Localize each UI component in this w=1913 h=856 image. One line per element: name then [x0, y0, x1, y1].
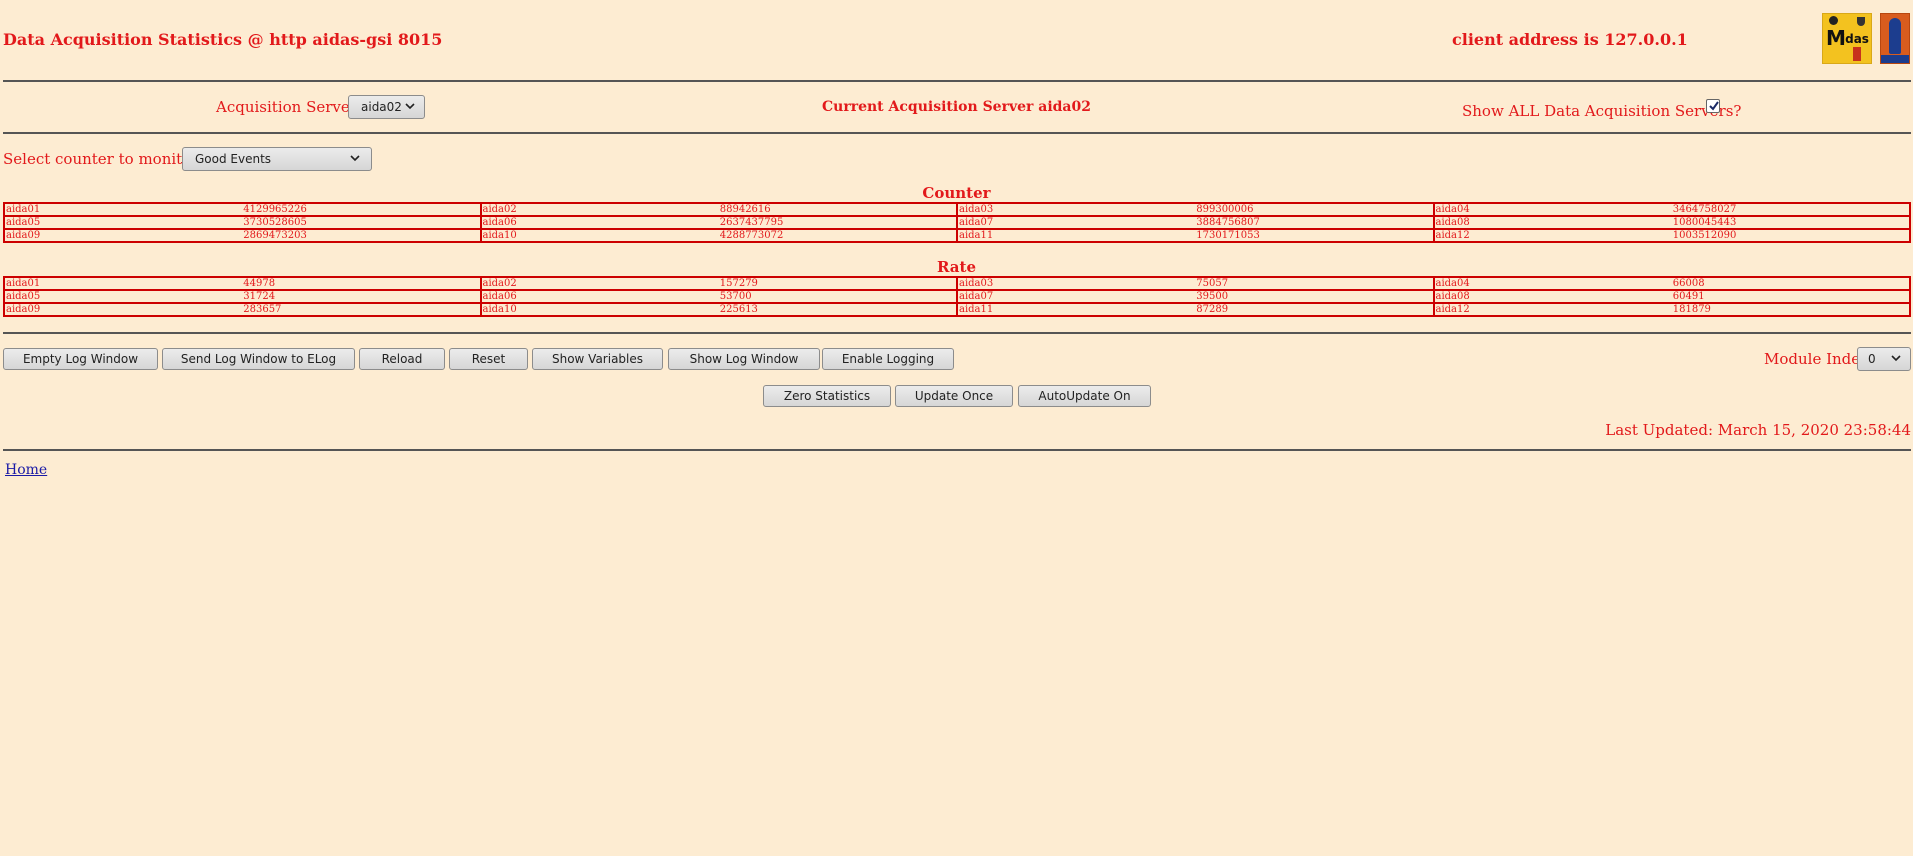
- table-row: aida01 44978 aida02 157279 aida03 75057 aida04…: [4, 277, 1910, 290]
- value-cell: 3730528605: [243, 217, 307, 228]
- chevron-down-icon: [350, 155, 360, 162]
- enable-logging-button[interactable]: Enable Logging: [822, 348, 954, 370]
- value-cell: 60491: [1672, 291, 1705, 302]
- value-cell: 66008: [1672, 278, 1705, 289]
- value-cell: 44978: [243, 278, 276, 289]
- divider-top: [3, 80, 1911, 82]
- send-log-elog-button[interactable]: Send Log Window to ELog: [162, 348, 355, 370]
- value-cell: 157279: [719, 278, 758, 289]
- server-name-cell: aida11: [955, 303, 1196, 316]
- client-address: client address is 127.0.0.1: [1452, 30, 1688, 49]
- midas-logo-text: idas: [1841, 32, 1869, 46]
- value-cell: 2869473203: [243, 230, 307, 241]
- server-name-cell: aida05: [6, 217, 41, 228]
- value-cell: 53700: [719, 291, 752, 302]
- midas-figure-icon: [1853, 47, 1861, 61]
- show-variables-button[interactable]: Show Variables: [532, 348, 663, 370]
- server-name-cell: aida07: [955, 290, 1196, 303]
- last-updated: Last Updated: March 15, 2020 23:58:44: [1605, 421, 1911, 439]
- server-name-cell: aida07: [955, 216, 1196, 229]
- counter-select[interactable]: Good Events: [182, 147, 372, 171]
- server-name-cell: aida10: [479, 303, 719, 316]
- divider-servers: [3, 132, 1911, 134]
- triumf-strip: [1881, 55, 1909, 63]
- counter-select-label: Select counter to monitor: [3, 150, 199, 168]
- server-name-cell: aida11: [955, 229, 1196, 242]
- value-cell: 181879: [1672, 304, 1711, 315]
- server-name-cell: aida03: [955, 277, 1196, 290]
- triumf-logo: [1880, 13, 1910, 64]
- autoupdate-button[interactable]: AutoUpdate On: [1018, 385, 1151, 407]
- value-cell: 3884756807: [1196, 217, 1260, 228]
- value-cell: 1080045443: [1672, 217, 1737, 228]
- divider-tables: [3, 332, 1911, 334]
- server-name-cell: aida08: [1432, 290, 1672, 303]
- counter-select-value: Good Events: [195, 152, 272, 166]
- server-name-cell: aida01: [6, 204, 41, 215]
- counter-table: aida01 4129965226 aida02 88942616 aida03 8993…: [3, 202, 1911, 243]
- server-name-cell: aida01: [6, 278, 41, 289]
- server-name-cell: aida04: [1432, 203, 1672, 216]
- value-cell: 283657: [243, 304, 282, 315]
- server-name-cell: aida02: [479, 277, 719, 290]
- table-row: aida01 4129965226 aida02 88942616 aida03 8993…: [4, 203, 1910, 216]
- server-name-cell: aida09: [6, 304, 41, 315]
- update-once-button[interactable]: Update Once: [895, 385, 1013, 407]
- chevron-down-icon: [1891, 355, 1901, 362]
- module-index-select[interactable]: 0: [1857, 347, 1911, 371]
- midas-dot-icon: [1829, 16, 1838, 25]
- server-name-cell: aida02: [479, 203, 719, 216]
- server-name-cell: aida04: [1432, 277, 1672, 290]
- triumf-figure-icon: [1889, 18, 1901, 54]
- rate-title: Rate: [936, 258, 976, 276]
- rate-table: aida01 44978 aida02 157279 aida03 75057 aida04…: [3, 276, 1911, 317]
- value-cell: 4288773072: [719, 230, 784, 241]
- table-row: aida05 31724 aida06 53700 aida07 39500 aida08 6…: [4, 290, 1910, 303]
- value-cell: 75057: [1196, 278, 1229, 289]
- zero-statistics-button[interactable]: Zero Statistics: [763, 385, 891, 407]
- value-cell: 225613: [719, 304, 758, 315]
- value-cell: 4129965226: [243, 204, 307, 215]
- server-name-cell: aida12: [1432, 229, 1672, 242]
- value-cell: 1730171053: [1196, 230, 1260, 241]
- server-name-cell: aida05: [6, 291, 41, 302]
- empty-log-button[interactable]: Empty Log Window: [3, 348, 158, 370]
- value-cell: 899300006: [1196, 204, 1254, 215]
- value-cell: 2637437795: [719, 217, 784, 228]
- value-cell: 31724: [243, 291, 276, 302]
- value-cell: 39500: [1196, 291, 1229, 302]
- server-name-cell: aida03: [955, 203, 1196, 216]
- page-title: Data Acquisition Statistics @ http aidas…: [3, 30, 443, 49]
- table-row: aida09 283657 aida10 225613 aida11 87289 aida1…: [4, 303, 1910, 316]
- table-row: aida09 2869473203 aida10 4288773072 aida11 17…: [4, 229, 1910, 242]
- show-log-window-button[interactable]: Show Log Window: [668, 348, 820, 370]
- show-all-label: Show ALL Data Acquisition Servers?: [1462, 102, 1742, 120]
- reset-button[interactable]: Reset: [449, 348, 528, 370]
- module-index-label: Module Index: [1764, 350, 1869, 368]
- value-cell: 87289: [1196, 304, 1229, 315]
- server-name-cell: aida09: [6, 230, 41, 241]
- value-cell: 1003512090: [1672, 230, 1737, 241]
- counter-title: Counter: [922, 184, 991, 202]
- server-name-cell: aida06: [479, 290, 719, 303]
- server-name-cell: aida10: [479, 229, 719, 242]
- checkmark-icon: [1709, 101, 1719, 111]
- server-name-cell: aida06: [479, 216, 719, 229]
- server-name-cell: aida08: [1432, 216, 1672, 229]
- reload-button[interactable]: Reload: [359, 348, 445, 370]
- value-cell: 3464758027: [1672, 204, 1737, 215]
- midas-shield-icon: [1857, 17, 1865, 26]
- value-cell: 88942616: [719, 204, 771, 215]
- table-row: aida05 3730528605 aida06 2637437795 aida07 38…: [4, 216, 1910, 229]
- show-all-checkbox[interactable]: [1706, 99, 1720, 113]
- home-link[interactable]: Home: [5, 462, 47, 478]
- midas-logo: M idas: [1822, 13, 1872, 64]
- module-index-value: 0: [1868, 352, 1876, 366]
- divider-bottom: [3, 449, 1911, 451]
- server-name-cell: aida12: [1432, 303, 1672, 316]
